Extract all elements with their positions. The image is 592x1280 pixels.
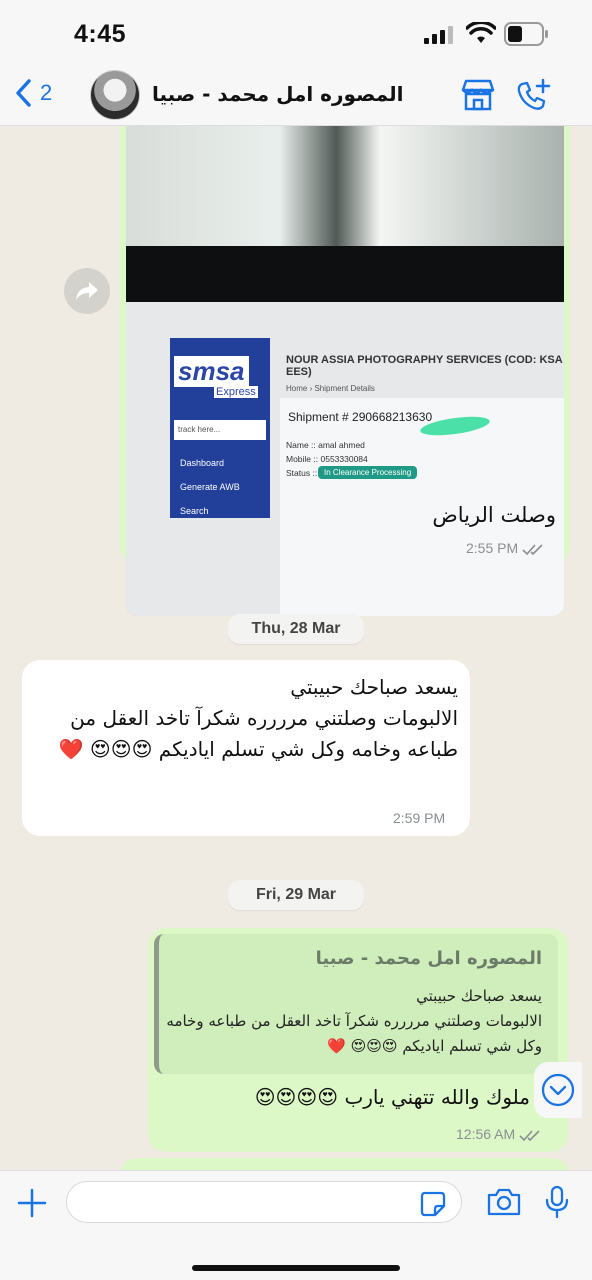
battery-icon [504,22,548,46]
forward-icon [76,282,98,300]
date-separator: Fri, 29 Mar [228,880,364,910]
read-receipt-icon [522,544,543,556]
smsa-menu-item: Dashboard [180,458,225,468]
message-composer [0,1170,592,1280]
sticker-icon[interactable] [420,1191,446,1217]
forward-button[interactable] [64,268,110,314]
shipment-number: Shipment # 290668213630 [288,410,433,424]
home-indicator [192,1265,400,1271]
chevron-down-icon [541,1073,575,1107]
shipment-status-badge: In Clearance Processing [318,466,418,479]
smsa-logo-subtitle: Express [214,386,258,398]
signal-icon [424,26,453,44]
smsa-menu-item: Search [180,506,209,516]
message-bubble-outgoing[interactable] [120,1158,570,1170]
camera-icon[interactable] [486,1187,522,1217]
mic-icon[interactable] [544,1185,570,1219]
shipment-mobile: Mobile :: 0553330084 [286,454,368,464]
message-meta: 2:55 PM [466,540,544,556]
chevron-left-icon [16,79,31,107]
plus-icon[interactable] [16,1187,48,1219]
avatar[interactable] [90,70,140,120]
smsa-company-title: NOUR ASSIA PHOTOGRAPHY SERVICES (COD: KS… [286,354,563,378]
unread-count: 2 [40,80,53,105]
wifi-icon [466,22,496,43]
status-time: 4:45 [74,20,127,48]
shipment-status-label: Status :: [286,468,318,478]
date-separator: Thu, 28 Mar [228,614,364,644]
message-input[interactable] [66,1181,462,1223]
smsa-menu-item: Generate AWB [180,482,240,492]
chat-area[interactable]: smsa Express track here... Dashboard Gen… [0,126,592,1170]
status-bar: 4:45 [0,0,592,64]
message-meta: 12:56 AM [456,1126,541,1142]
smsa-search-field: track here... [174,420,266,440]
smsa-breadcrumb: Home › Shipment Details [286,384,375,393]
back-button[interactable]: 2 [14,78,52,108]
read-receipt-icon [519,1130,540,1142]
quoted-text: يسعد صباحك حبيبتي الالبومات وصلتني مرررر… [166,987,542,1055]
message-time: 2:59 PM [393,810,446,826]
quoted-message[interactable]: المصوره امل محمد - صبيا يسعد صباحك حبيبت… [154,934,558,1074]
message-time: 12:56 AM [456,1126,516,1142]
smsa-logo: smsa [174,356,249,387]
photo-screen: smsa Express track here... Dashboard Gen… [126,302,564,616]
contact-name[interactable]: المصوره امل محمد - صبيا [152,82,404,106]
quoted-sender: المصوره امل محمد - صبيا [315,948,542,969]
message-text: وصلت الرياض [432,503,556,527]
breadcrumb-home: Home [286,384,308,393]
store-icon[interactable] [460,78,496,112]
photo-dark-band [126,246,564,302]
message-time: 2:55 PM [466,540,519,556]
message-text: ملوك والله تتهني يارب 😍😍😍😍 [254,1085,530,1109]
scroll-to-bottom-button[interactable] [534,1062,582,1118]
chat-header: 2 المصوره امل محمد - صبيا [0,64,592,126]
photo-window-area [126,126,564,246]
phone-add-icon[interactable] [516,78,552,112]
shipment-name: Name :: amal ahmed [286,440,365,450]
message-text: يسعد صباحك حبيبتي الالبومات وصلتني مرررر… [58,675,458,761]
breadcrumb-page: Shipment Details [314,384,375,393]
